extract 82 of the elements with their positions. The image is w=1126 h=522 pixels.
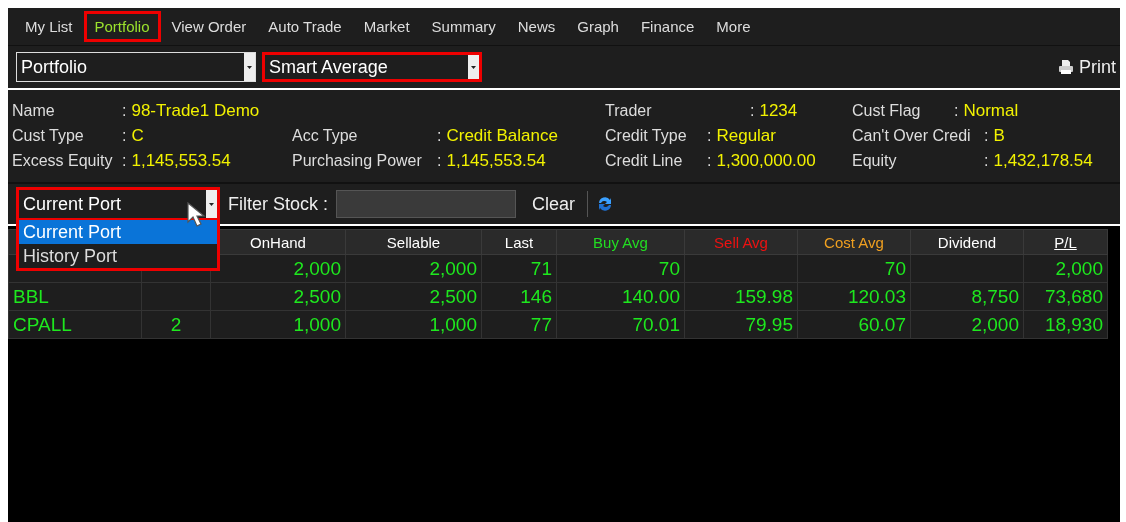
tab[interactable]: My List <box>14 11 84 42</box>
field-label: Credit Line <box>605 152 684 170</box>
table-cell: 2,500 <box>210 282 346 311</box>
field-separator: : <box>122 102 127 120</box>
field-separator: : <box>707 127 712 145</box>
field-value: C <box>131 126 144 146</box>
field-separator: : <box>750 102 755 120</box>
tab[interactable]: Auto Trade <box>257 11 353 42</box>
field-value: 98-Trade1 Demo <box>131 101 260 121</box>
field-separator: : <box>984 152 989 170</box>
table-cell: 2 <box>141 310 211 339</box>
table-cell: 8,750 <box>910 282 1024 311</box>
tab[interactable]: More <box>705 11 762 42</box>
table-cell: 2,000 <box>910 310 1024 339</box>
tab[interactable]: Summary <box>420 11 507 42</box>
field-separator: : <box>122 127 127 145</box>
field-label: Name <box>12 102 56 120</box>
column-header[interactable]: Buy Avg <box>556 229 685 255</box>
print-button[interactable]: Print <box>1058 56 1116 78</box>
field-separator: : <box>954 102 959 120</box>
table-cell: 79.95 <box>684 310 798 339</box>
field-value: Regular <box>716 126 776 146</box>
tab[interactable]: Market <box>352 11 421 42</box>
field-separator: : <box>707 152 712 170</box>
field-value: B <box>993 126 1005 146</box>
table-cell: 71 <box>481 254 557 283</box>
field-value: 1,300,000.00 <box>716 151 816 171</box>
field-separator: : <box>437 127 442 145</box>
filter-label: Filter Stock : <box>228 193 329 215</box>
table-cell: 2,500 <box>345 282 482 311</box>
table-cell: 146 <box>481 282 557 311</box>
field-separator: : <box>984 127 989 145</box>
field-label: Equity <box>852 152 898 170</box>
field-separator: : <box>122 152 127 170</box>
field-value: 1,145,553.54 <box>131 151 231 171</box>
table-cell: 2,000 <box>1023 254 1108 283</box>
field-value: 1234 <box>759 101 798 121</box>
tab[interactable]: News <box>506 11 567 42</box>
table-cell: BBL <box>8 282 142 311</box>
filter-input[interactable] <box>336 190 517 218</box>
field-value: Normal <box>963 101 1019 121</box>
field-label: Cust Flag <box>852 102 922 120</box>
field-separator: : <box>437 152 442 170</box>
mouse-cursor-icon <box>187 202 209 228</box>
clear-button[interactable]: Clear <box>524 193 580 215</box>
field-label: Trader <box>605 102 653 120</box>
table-cell: 159.98 <box>684 282 798 311</box>
column-header[interactable]: P/L <box>1023 229 1108 255</box>
field-label: Can't Over Credi <box>852 127 972 145</box>
tab[interactable]: Graph <box>566 11 630 42</box>
field-label: Acc Type <box>292 127 359 145</box>
field-value: 1,432,178.54 <box>993 151 1093 171</box>
table-cell: 18,930 <box>1023 310 1108 339</box>
table-cell: 77 <box>481 310 557 339</box>
table-cell: 70.01 <box>556 310 685 339</box>
table-cell: 70 <box>797 254 911 283</box>
table-cell: 70 <box>556 254 685 283</box>
table-cell: 1,000 <box>345 310 482 339</box>
select-field[interactable]: Smart Average <box>262 52 482 82</box>
tab[interactable]: Portfolio <box>83 11 161 42</box>
field-value: 1,145,553.54 <box>446 151 546 171</box>
table-cell: 73,680 <box>1023 282 1108 311</box>
field-label: Purchasing Power <box>292 152 423 170</box>
printer-icon <box>1058 59 1074 75</box>
tab[interactable]: View Order <box>160 11 258 42</box>
field-label: Excess Equity <box>12 152 114 170</box>
field-label: Credit Type <box>605 127 688 145</box>
table-cell: 140.00 <box>556 282 685 311</box>
dropdown-option[interactable]: Current Port <box>19 220 217 244</box>
field-value: Credit Balance <box>446 126 558 146</box>
table-cell: CPALL <box>8 310 142 339</box>
table-cell: 120.03 <box>797 282 911 311</box>
column-header[interactable]: Sellable <box>345 229 482 255</box>
table-cell: 1,000 <box>210 310 346 339</box>
column-header[interactable]: Dividend <box>910 229 1024 255</box>
column-header[interactable]: Last <box>481 229 557 255</box>
column-header[interactable]: Cost Avg <box>797 229 911 255</box>
field-label: Cust Type <box>12 127 85 145</box>
table-cell: 2,000 <box>345 254 482 283</box>
tab[interactable]: Finance <box>629 11 706 42</box>
select-field[interactable]: Portfolio <box>16 52 256 82</box>
table-cell: 60.07 <box>797 310 911 339</box>
